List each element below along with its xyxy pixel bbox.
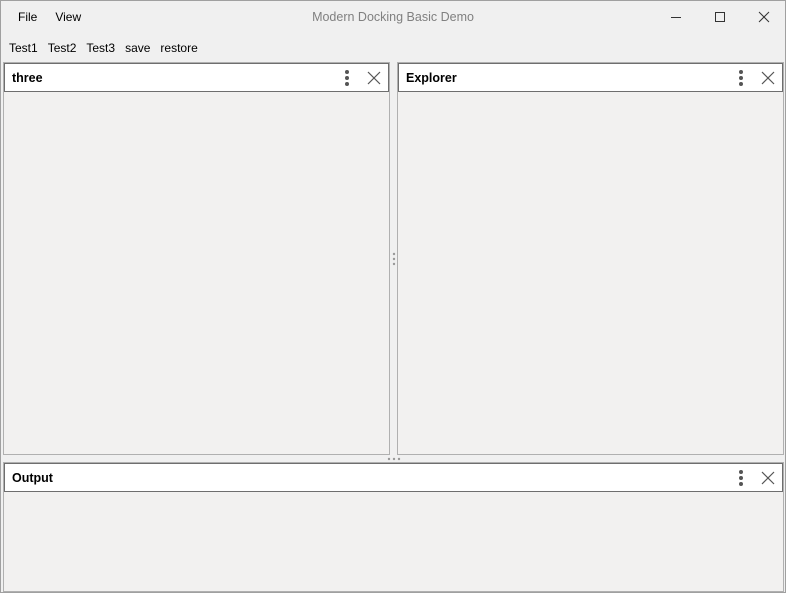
save-button[interactable]: save xyxy=(120,40,155,56)
close-icon[interactable] xyxy=(758,468,778,488)
menu-view[interactable]: View xyxy=(46,9,90,25)
restore-button[interactable]: restore xyxy=(155,40,202,56)
panel-three-body xyxy=(4,92,389,454)
panel-output-body xyxy=(4,492,783,591)
panel-output-header[interactable]: Output xyxy=(4,463,783,492)
panel-three: three xyxy=(3,62,390,455)
minimize-icon xyxy=(670,11,682,23)
close-icon[interactable] xyxy=(758,68,778,88)
menu-file[interactable]: File xyxy=(9,9,46,25)
toolbar: Test1 Test2 Test3 save restore xyxy=(4,40,203,56)
grip-dots-icon xyxy=(392,251,396,267)
horizontal-splitter[interactable] xyxy=(3,455,785,462)
close-icon xyxy=(758,11,770,23)
maximize-button[interactable] xyxy=(697,1,743,32)
vertical-dots-icon[interactable] xyxy=(340,68,354,88)
panel-output-title: Output xyxy=(12,471,53,485)
close-window-button[interactable] xyxy=(741,1,786,32)
menu-bar: File View xyxy=(9,9,90,25)
panel-output: Output xyxy=(3,462,784,592)
vertical-splitter[interactable] xyxy=(390,63,397,455)
panel-three-header[interactable]: three xyxy=(4,63,389,92)
panel-three-title: three xyxy=(12,71,43,85)
test1-button[interactable]: Test1 xyxy=(4,40,43,56)
test3-button[interactable]: Test3 xyxy=(81,40,120,56)
maximize-icon xyxy=(714,11,726,23)
panel-explorer-body xyxy=(398,92,783,454)
test2-button[interactable]: Test2 xyxy=(43,40,82,56)
app-window: File View Modern Docking Basic Demo Test… xyxy=(0,0,786,593)
vertical-dots-icon[interactable] xyxy=(734,468,748,488)
close-icon[interactable] xyxy=(364,68,384,88)
vertical-dots-icon[interactable] xyxy=(734,68,748,88)
panel-explorer: Explorer xyxy=(397,62,784,455)
minimize-button[interactable] xyxy=(653,1,699,32)
panel-explorer-title: Explorer xyxy=(406,71,457,85)
grip-dots-icon xyxy=(386,457,402,461)
title-bar[interactable]: File View Modern Docking Basic Demo xyxy=(1,1,785,33)
panel-explorer-header[interactable]: Explorer xyxy=(398,63,783,92)
